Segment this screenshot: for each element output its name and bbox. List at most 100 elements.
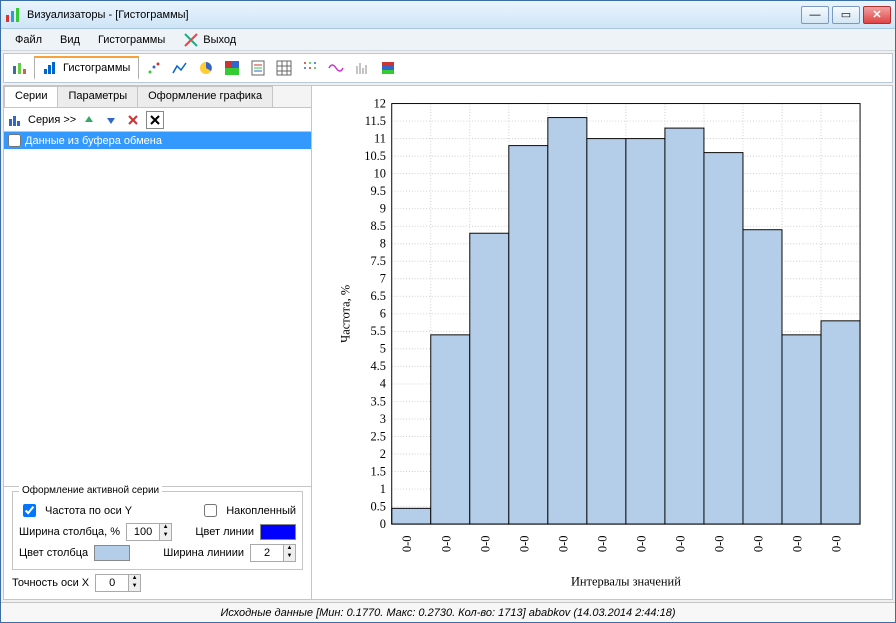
spin-down-icon[interactable]: ▼ — [283, 553, 295, 561]
svg-text:2.5: 2.5 — [370, 429, 386, 443]
svg-text:0-0: 0-0 — [791, 536, 805, 553]
series-up-button[interactable] — [80, 111, 98, 129]
col-width-input[interactable] — [127, 524, 159, 540]
series-down-button[interactable] — [102, 111, 120, 129]
series-toolbar: Серия >> — [4, 108, 311, 132]
cumulative-checkbox[interactable] — [204, 504, 217, 517]
arrow-up-icon — [83, 114, 95, 126]
svg-text:9.5: 9.5 — [370, 184, 386, 198]
svg-text:4: 4 — [380, 377, 387, 391]
svg-text:3: 3 — [380, 412, 386, 426]
line-width-label: Ширина линиии — [163, 547, 244, 559]
wave-icon — [328, 60, 344, 76]
group-title: Оформление активной серии — [19, 485, 162, 496]
line-color-swatch[interactable] — [260, 524, 296, 540]
series-item-label: Данные из буфера обмена — [25, 135, 162, 147]
spin-down-icon[interactable]: ▼ — [128, 583, 140, 591]
menu-view[interactable]: Вид — [52, 32, 88, 48]
freq-y-checkbox[interactable] — [23, 504, 36, 517]
toolbtn-11[interactable] — [375, 56, 401, 80]
subtabs: Серии Параметры Оформление графика — [4, 86, 311, 108]
hatch-icon — [354, 60, 370, 76]
maximize-button[interactable]: ▭ — [832, 6, 860, 24]
toolbtn-1[interactable] — [6, 56, 32, 80]
svg-text:7: 7 — [380, 272, 386, 286]
cumulative-label: Накопленный — [226, 505, 296, 517]
sheet-icon — [250, 60, 266, 76]
series-item[interactable]: Данные из буфера обмена — [4, 132, 311, 149]
series-checkbox[interactable] — [8, 134, 21, 147]
statusbar: Исходные данные [Мин: 0.1770. Макс: 0.27… — [1, 602, 895, 622]
series-label: Серия >> — [28, 114, 76, 126]
scatter-icon — [146, 60, 162, 76]
menu-file[interactable]: Файл — [7, 32, 50, 48]
svg-text:0-0: 0-0 — [595, 536, 609, 553]
app-icon — [5, 7, 21, 23]
svg-text:0-0: 0-0 — [556, 536, 570, 553]
minimize-button[interactable]: — — [801, 6, 829, 24]
subtab-params[interactable]: Параметры — [57, 86, 138, 107]
spin-down-icon[interactable]: ▼ — [159, 532, 171, 540]
svg-text:Интервалы значений: Интервалы значений — [571, 574, 681, 588]
toolbar: Гистограммы — [3, 53, 893, 83]
svg-text:0-0: 0-0 — [673, 536, 687, 553]
spin-up-icon[interactable]: ▲ — [283, 545, 295, 553]
menu-histograms[interactable]: Гистограммы — [90, 32, 173, 48]
arrow-down-icon — [105, 114, 117, 126]
toolbtn-4[interactable] — [193, 56, 219, 80]
svg-text:8: 8 — [380, 237, 386, 251]
subtab-format[interactable]: Оформление графика — [137, 86, 273, 107]
svg-text:1: 1 — [380, 482, 386, 496]
x-prec-label: Точность оси X — [12, 577, 89, 589]
window-title: Визуализаторы - [Гистограммы] — [27, 9, 801, 21]
toolbtn-8[interactable] — [297, 56, 323, 80]
toolbtn-9[interactable] — [323, 56, 349, 80]
svg-text:1.5: 1.5 — [370, 464, 386, 478]
layers-icon — [380, 60, 396, 76]
dots-icon — [302, 60, 318, 76]
toolbar-tab-histograms[interactable]: Гистограммы — [34, 56, 139, 80]
toolbtn-7[interactable] — [271, 56, 297, 80]
col-width-label: Ширина столбца, % — [19, 526, 120, 538]
col-color-swatch[interactable] — [94, 545, 130, 561]
pie-icon — [198, 60, 214, 76]
toolbtn-3[interactable] — [167, 56, 193, 80]
series-list[interactable]: Данные из буфера обмена — [4, 132, 311, 487]
spin-up-icon[interactable]: ▲ — [128, 575, 140, 583]
series-icon — [8, 112, 24, 128]
svg-text:5: 5 — [380, 342, 386, 356]
toolbtn-2[interactable] — [141, 56, 167, 80]
svg-text:0: 0 — [380, 517, 386, 531]
col-width-spinner[interactable]: ▲▼ — [126, 523, 172, 541]
histogram-icon — [43, 60, 59, 76]
x-prec-input[interactable] — [96, 575, 128, 591]
svg-text:10: 10 — [374, 166, 386, 180]
line-width-spinner[interactable]: ▲▼ — [250, 544, 296, 562]
spin-up-icon[interactable]: ▲ — [159, 524, 171, 532]
line-width-input[interactable] — [251, 545, 283, 561]
series-clear-button[interactable] — [146, 111, 164, 129]
subtab-series[interactable]: Серии — [4, 86, 58, 107]
x-icon — [127, 114, 139, 126]
status-text: Исходные данные [Мин: 0.1770. Макс: 0.27… — [220, 607, 675, 619]
svg-text:0-0: 0-0 — [400, 536, 414, 553]
toolbtn-10[interactable] — [349, 56, 375, 80]
line-icon — [172, 60, 188, 76]
svg-text:11.5: 11.5 — [365, 114, 386, 128]
svg-text:0-0: 0-0 — [517, 536, 531, 553]
svg-text:0.5: 0.5 — [370, 499, 386, 513]
svg-text:0-0: 0-0 — [830, 536, 844, 553]
menu-exit[interactable]: Выход — [175, 30, 244, 50]
x-prec-spinner[interactable]: ▲▼ — [95, 574, 141, 592]
svg-text:4.5: 4.5 — [370, 359, 386, 373]
toolbtn-5[interactable] — [219, 56, 245, 80]
svg-text:5.5: 5.5 — [370, 324, 386, 338]
svg-text:Частота, %: Частота, % — [339, 285, 353, 343]
svg-text:6.5: 6.5 — [370, 289, 386, 303]
series-delete-button[interactable] — [124, 111, 142, 129]
close-button[interactable]: ✕ — [863, 6, 891, 24]
chart-area: 00.511.522.533.544.555.566.577.588.599.5… — [312, 86, 892, 599]
histogram-chart: 00.511.522.533.544.555.566.577.588.599.5… — [320, 94, 884, 591]
toolbtn-6[interactable] — [245, 56, 271, 80]
svg-text:6: 6 — [380, 307, 386, 321]
